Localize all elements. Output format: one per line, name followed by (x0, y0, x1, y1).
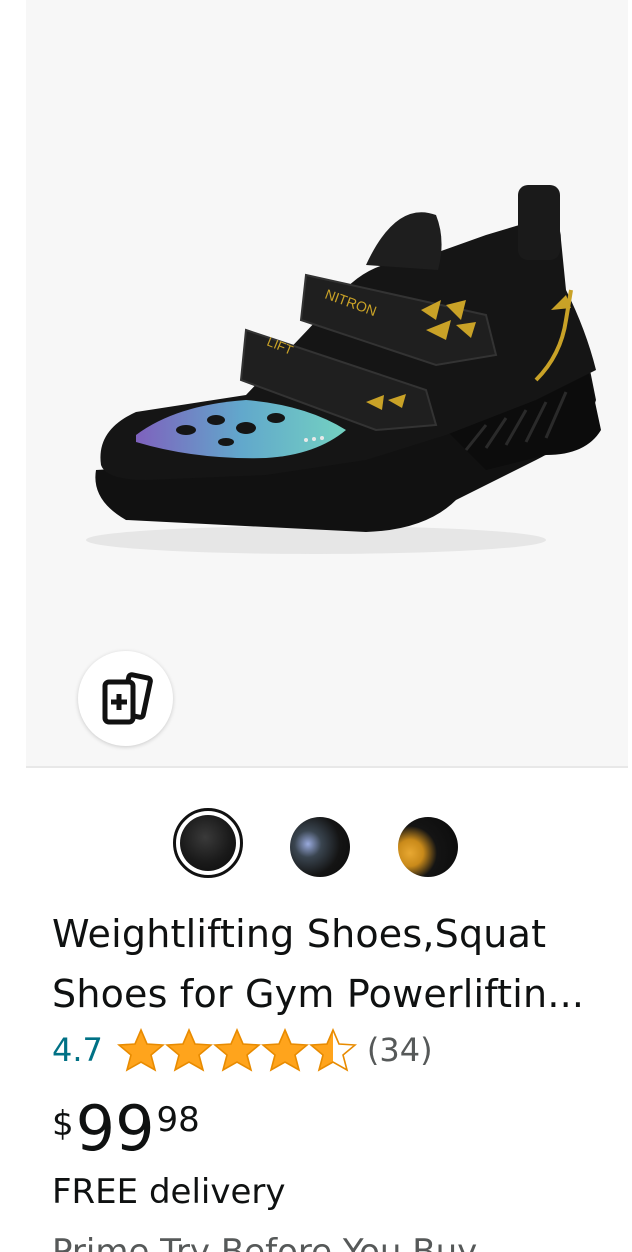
product-title[interactable]: Weightlifting Shoes,Squat Shoes for Gym … (52, 904, 612, 1024)
add-to-compare-icon (102, 671, 153, 724)
product-title-line-2: Shoes for Gym Powerliftin... (52, 972, 585, 1016)
swatch-black-iridescent[interactable] (290, 817, 350, 877)
swatch-black[interactable] (173, 808, 243, 878)
star-full-icon (212, 1028, 261, 1072)
rating-value: 4.7 (52, 1031, 103, 1069)
star-half-icon (308, 1028, 357, 1072)
product-detail-screen: NITRON LIFT Weightlifting Shoes,Squat Sh… (0, 0, 632, 1252)
star-full-icon (260, 1028, 309, 1072)
star-full-icon (164, 1028, 213, 1072)
delivery-info: FREE delivery (52, 1172, 286, 1212)
color-swatch-selector (0, 808, 632, 888)
star-full-icon (116, 1028, 165, 1072)
add-to-compare-button[interactable] (78, 651, 173, 746)
rating-row[interactable]: 4.7 (34) (52, 1024, 433, 1076)
price-whole: 99 (75, 1092, 155, 1165)
product-image[interactable]: NITRON LIFT (66, 180, 606, 570)
prime-try-before-you-buy[interactable]: Prime Try Before You Buy (52, 1232, 477, 1252)
price-fraction: 98 (156, 1100, 200, 1140)
product-title-line-1: Weightlifting Shoes,Squat (52, 912, 547, 956)
swatch-black-gold[interactable] (398, 817, 458, 877)
price-currency: $ (52, 1104, 74, 1144)
product-price: $ 99 98 (52, 1094, 200, 1164)
swatch-black-image (180, 815, 236, 871)
product-image-gallery[interactable]: NITRON LIFT (26, 0, 628, 766)
review-count: (34) (366, 1031, 433, 1069)
section-divider (26, 766, 628, 768)
star-rating (116, 1028, 357, 1072)
